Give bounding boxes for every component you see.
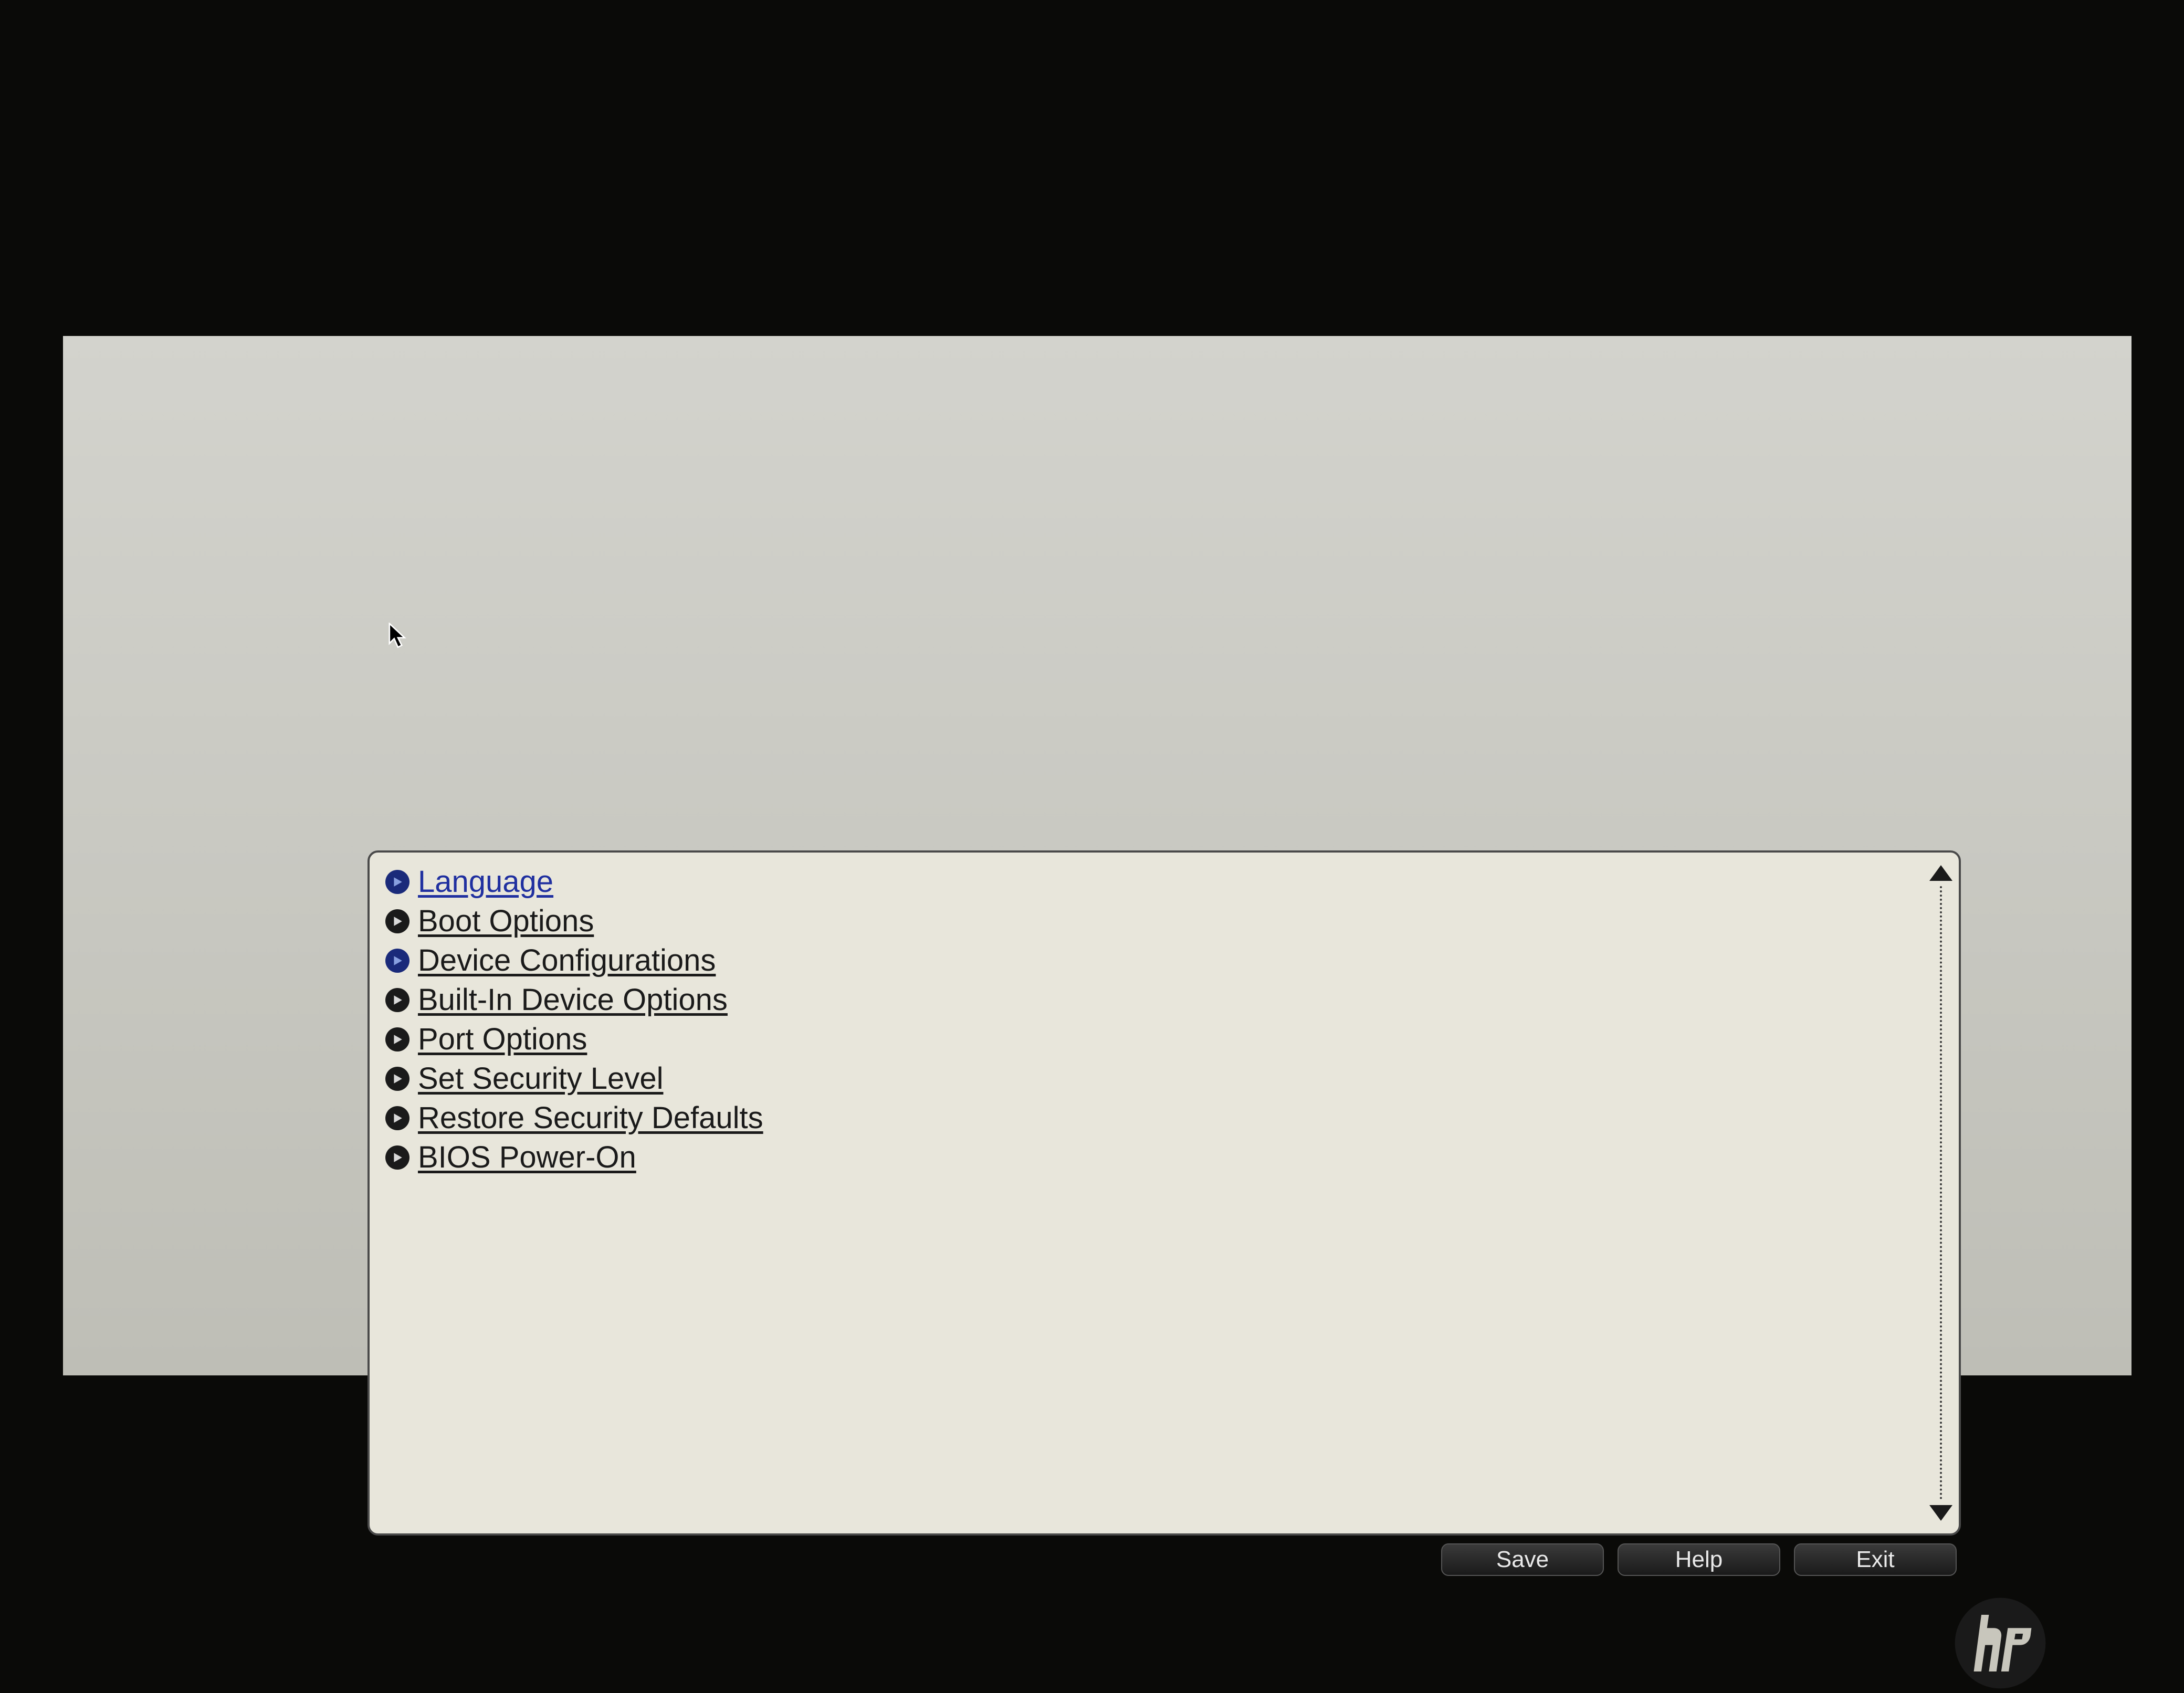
menu-item-language[interactable]: Language xyxy=(385,864,1943,899)
menu-item-label: Port Options xyxy=(418,1022,587,1057)
scroll-down-icon[interactable] xyxy=(1929,1505,1952,1521)
play-icon xyxy=(385,988,410,1012)
menu-item-built-in-device-options[interactable]: Built-In Device Options xyxy=(385,982,1943,1017)
menu-item-label: Device Configurations xyxy=(418,943,716,978)
exit-button[interactable]: Exit xyxy=(1794,1543,1957,1576)
footer-buttons: Save Help Exit xyxy=(368,1543,1961,1576)
hp-logo-icon xyxy=(1953,1596,2048,1690)
menu-item-label: BIOS Power-On xyxy=(418,1140,636,1175)
menu-item-label: Restore Security Defaults xyxy=(418,1100,763,1135)
play-icon xyxy=(385,949,410,973)
play-icon xyxy=(385,1106,410,1130)
scroll-track-line xyxy=(1940,886,1942,1500)
menu-item-device-configurations[interactable]: Device Configurations xyxy=(385,943,1943,978)
menu-item-label: Built-In Device Options xyxy=(418,982,728,1017)
menu-item-label: Boot Options xyxy=(418,903,594,939)
scrollbar[interactable] xyxy=(1936,865,1946,1521)
help-button[interactable]: Help xyxy=(1618,1543,1780,1576)
menu-item-port-options[interactable]: Port Options xyxy=(385,1022,1943,1057)
bios-screen: Language Boot Options Device Configurati… xyxy=(63,336,2132,1375)
menu-list: Language Boot Options Device Configurati… xyxy=(385,864,1943,1175)
play-icon xyxy=(385,909,410,933)
menu-item-bios-power-on[interactable]: BIOS Power-On xyxy=(385,1140,1943,1175)
play-icon xyxy=(385,1067,410,1091)
menu-item-restore-security-defaults[interactable]: Restore Security Defaults xyxy=(385,1100,1943,1135)
menu-item-boot-options[interactable]: Boot Options xyxy=(385,903,1943,939)
menu-item-set-security-level[interactable]: Set Security Level xyxy=(385,1061,1943,1096)
menu-item-label: Set Security Level xyxy=(418,1061,663,1096)
play-icon xyxy=(385,870,410,894)
play-icon xyxy=(385,1027,410,1051)
play-icon xyxy=(385,1145,410,1170)
content-panel: Language Boot Options Device Configurati… xyxy=(368,850,1961,1536)
menu-item-label: Language xyxy=(418,864,553,899)
save-button[interactable]: Save xyxy=(1441,1543,1604,1576)
scroll-up-icon[interactable] xyxy=(1929,865,1952,881)
